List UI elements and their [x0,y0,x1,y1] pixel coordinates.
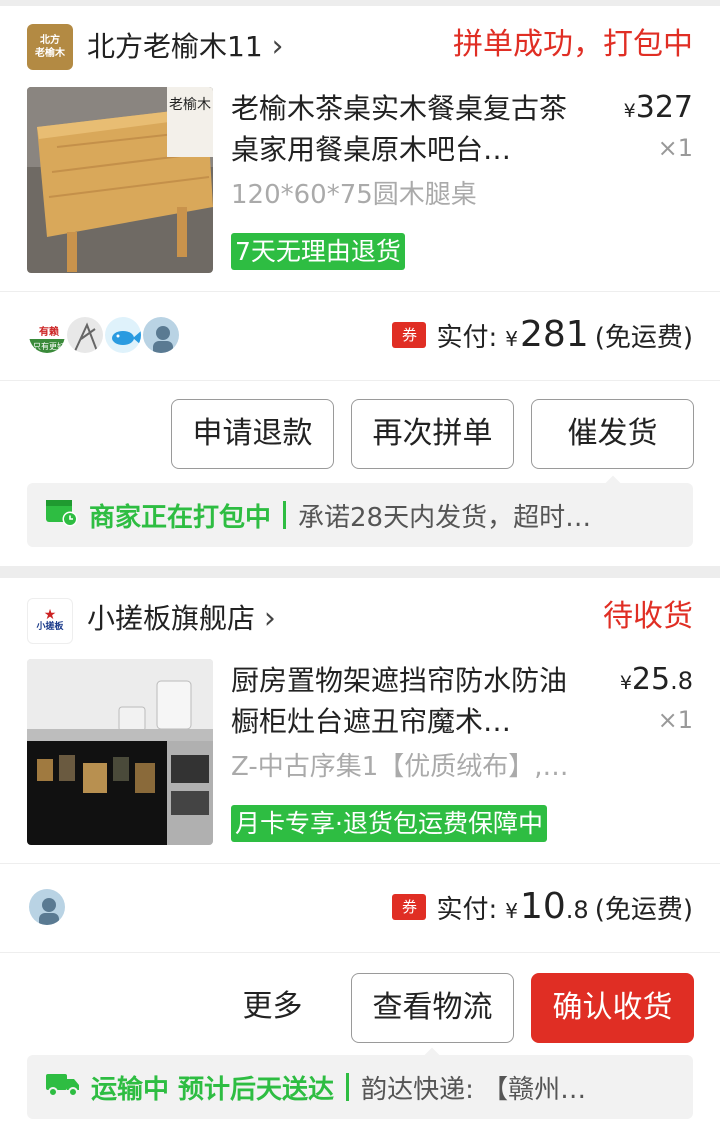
avatar [65,315,105,355]
logistics-bar[interactable]: 运输中 预计后天送达 韵达快递: 【赣州… [27,1055,693,1119]
amount-paid: 券 实付: ¥281 (免运费) [392,314,693,355]
shop-name: 小搓板旗舰店 [87,602,256,635]
product-title[interactable]: 老榆木茶桌实木餐桌复古茶桌家用餐桌原木吧台… [231,88,586,170]
logistics-status: 运输中 预计后天送达 [91,1074,335,1105]
divider [0,291,720,292]
logistics-status: 商家正在打包中 [89,502,272,533]
logistics-detail: 承诺28天内发货，超时… [298,502,592,533]
svg-text:只有更好: 只有更好 [33,341,65,351]
product-sku: 120*60*75圆木腿桌 [231,180,477,210]
more-button[interactable]: 更多 [200,973,345,1043]
chevron-right-icon: › [263,601,276,636]
product-image[interactable]: 老榆木 [27,87,213,273]
shop-logo[interactable]: 北方 老榆木 [27,24,73,70]
separator [283,501,287,529]
paid-amount: 281 [519,314,589,355]
order-status: 待收货 [603,599,693,634]
order-card: ★ 小搓板 小搓板旗舰店 › 待收货 厨房置物架遮挡帘防水防油橱柜灶台遮丑帘魔术… [0,578,720,1135]
order-card: 北方 老榆木 北方老榆木11 › 拼单成功，打包中 老榆木 老榆木茶桌实木餐桌复… [0,6,720,566]
shop-logo-text: 北方 [40,35,60,46]
package-clock-icon [45,497,79,534]
paid-label: 实付: [436,895,498,925]
order-status: 拼单成功，打包中 [453,27,693,62]
coupon-icon: 券 [392,321,427,348]
refund-button[interactable]: 申请退款 [171,399,334,469]
paid-label: 实付: [436,323,498,353]
product-quantity: ×1 [657,706,693,734]
product-image[interactable] [27,659,213,845]
shop-logo-text: 小搓板 [36,621,64,632]
logistics-detail: 韵达快递: 【赣州… [361,1074,587,1105]
chevron-right-icon: › [271,29,284,64]
star-icon: ★ [43,606,57,623]
avatar [27,887,67,927]
regroup-button[interactable]: 再次拼单 [351,399,514,469]
product-title[interactable]: 厨房置物架遮挡帘防水防油橱柜灶台遮丑帘魔术… [231,660,586,742]
avatar: 有赖 只有更好 [27,315,67,355]
logistics-bar[interactable]: 商家正在打包中 承诺28天内发货，超时… [27,483,693,547]
shipping-note: (免运费) [594,323,693,353]
divider [0,952,720,953]
product-image-text: 老榆木 [169,97,211,113]
avatar [141,315,181,355]
promo-tag: 7天无理由退货 [231,233,405,270]
group-avatars[interactable] [27,887,67,927]
product-price: ¥25.8 [619,662,693,697]
urge-shipping-button[interactable]: 催发货 [531,399,694,469]
coupon-icon: 券 [392,893,427,920]
avatar [103,315,143,355]
svg-text:有赖: 有赖 [39,325,59,338]
shop-name: 北方老榆木11 [87,30,263,63]
product-quantity: ×1 [657,134,693,162]
divider [0,863,720,864]
confirm-receipt-button[interactable]: 确认收货 [531,973,694,1043]
product-price: ¥327 [623,90,693,125]
divider [0,380,720,381]
shop-logo-text: 老榆木 [35,48,65,59]
product-sku: Z-中古序集1【优质绒布】,… [231,752,569,782]
group-avatars[interactable]: 有赖 只有更好 [27,315,181,355]
shop-name-link[interactable]: 小搓板旗舰店 › [87,598,276,640]
truck-icon [45,1070,81,1105]
view-logistics-button[interactable]: 查看物流 [351,973,514,1043]
shipping-note: (免运费) [594,895,693,925]
separator [346,1073,350,1101]
shop-name-link[interactable]: 北方老榆木11 › [87,26,284,68]
paid-amount: 10 [519,886,566,927]
shop-logo[interactable]: ★ 小搓板 [27,598,73,644]
promo-tag: 月卡专享·退货包运费保障中 [231,805,547,842]
amount-paid: 券 实付: ¥10.8 (免运费) [392,886,693,927]
